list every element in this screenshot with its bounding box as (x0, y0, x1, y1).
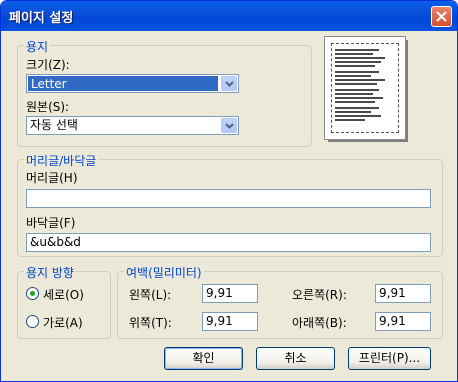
header-input[interactable] (26, 189, 431, 208)
portrait-label[interactable]: 세로(O) (43, 286, 84, 303)
orientation-legend: 용지 방향 (24, 264, 76, 281)
footer-label: 바닥글(F) (26, 216, 76, 230)
bottom-margin-label: 아래쪽(B): (292, 316, 347, 330)
page-setup-dialog: 페이지 설정 용지 크기(Z): Letter 원본(S): 자동 선택 머리글… (0, 0, 458, 382)
margins-legend: 여백(밀리미터) (124, 264, 204, 281)
paper-source-label: 원본(S): (26, 100, 70, 114)
chevron-down-icon[interactable] (221, 76, 237, 91)
paper-source-select[interactable]: 자동 선택 (26, 116, 239, 135)
close-icon (436, 11, 447, 22)
footer-input[interactable]: &u&b&d (26, 233, 431, 252)
close-button[interactable] (431, 6, 452, 27)
paper-source-value: 자동 선택 (30, 118, 78, 132)
title-bar[interactable]: 페이지 설정 (1, 1, 457, 31)
landscape-radio[interactable] (26, 315, 39, 328)
cancel-button[interactable]: 취소 (256, 347, 335, 370)
paper-size-label: 크기(Z): (26, 58, 70, 72)
right-margin-label: 오른쪽(R): (292, 288, 347, 302)
page-preview (322, 34, 410, 143)
header-label: 머리글(H) (26, 171, 78, 185)
top-margin-label: 위쪽(T): (129, 316, 172, 330)
bottom-margin-input[interactable]: 9,91 (375, 312, 431, 331)
window-title: 페이지 설정 (9, 11, 74, 26)
right-margin-input[interactable]: 9,91 (375, 284, 431, 303)
headers-footers-legend: 머리글/바닥글 (24, 152, 99, 169)
preview-page (324, 36, 406, 140)
left-margin-input[interactable]: 9,91 (202, 284, 258, 303)
paper-size-select[interactable]: Letter (26, 74, 239, 93)
paper-legend: 용지 (24, 38, 51, 55)
ok-button[interactable]: 확인 (164, 347, 243, 370)
chevron-down-icon[interactable] (221, 118, 237, 133)
paper-size-value: Letter (28, 76, 218, 91)
portrait-radio[interactable] (26, 287, 39, 300)
left-margin-label: 왼쪽(L): (129, 288, 172, 302)
printer-button[interactable]: 프린터(P)... (348, 347, 431, 370)
landscape-label[interactable]: 가로(A) (43, 314, 83, 331)
top-margin-input[interactable]: 9,91 (202, 312, 258, 331)
